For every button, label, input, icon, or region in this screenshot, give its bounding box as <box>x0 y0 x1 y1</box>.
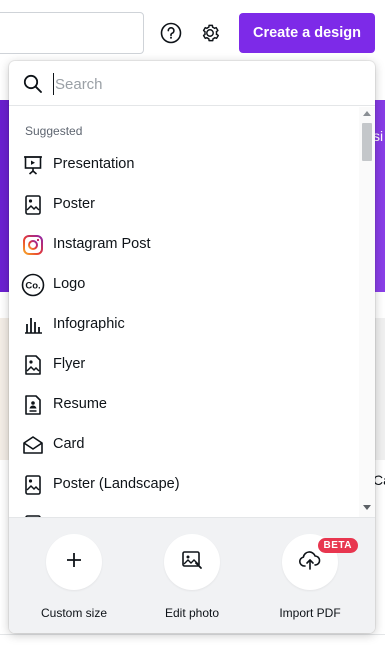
import-pdf-label: Import PDF <box>279 606 341 620</box>
menu-item-label: Flyer <box>53 356 86 372</box>
poster-icon <box>21 193 45 217</box>
menu-item-instagram-post[interactable]: Instagram Post <box>9 225 359 265</box>
custom-size-label: Custom size <box>40 606 108 620</box>
custom-size-circle[interactable] <box>46 534 102 590</box>
scroll-down-arrow-icon[interactable] <box>363 505 371 510</box>
dropdown-search-row <box>9 61 375 106</box>
edit-photo-button[interactable]: Edit photo <box>142 534 242 620</box>
menu-item-label: Instagram Post <box>53 236 151 252</box>
plus-icon <box>65 551 83 574</box>
instagram-icon <box>21 233 45 257</box>
create-design-dropdown: Suggested Presentation Poster Instagram … <box>9 61 375 633</box>
menu-item-label: Card <box>53 436 85 452</box>
flyer-icon <box>21 353 45 377</box>
gear-icon[interactable] <box>199 22 221 44</box>
menu-item-label: Poster (Landscape) <box>53 476 180 492</box>
presentation-icon <box>21 153 45 177</box>
card-icon <box>21 433 45 457</box>
scroll-up-arrow-icon[interactable] <box>363 111 371 116</box>
menu-item-resume[interactable]: Resume <box>9 385 359 425</box>
upload-cloud-icon <box>298 549 322 576</box>
beta-badge: BETA <box>317 538 358 553</box>
menu-item-label: Poster <box>53 196 95 212</box>
menu-item-flyer[interactable]: Flyer <box>9 345 359 385</box>
list-scrollbar[interactable] <box>359 107 375 517</box>
edit-photo-circle[interactable] <box>164 534 220 590</box>
menu-item-poster[interactable]: Poster <box>9 185 359 225</box>
edit-photo-label: Edit photo <box>164 606 220 620</box>
menu-item-label: Presentation <box>53 156 135 172</box>
resume-icon <box>21 393 45 417</box>
section-title-suggested: Suggested <box>25 124 83 138</box>
background-bottom-strip <box>0 634 385 647</box>
menu-item-poster-landscape[interactable]: Poster (Landscape) <box>9 465 359 505</box>
menu-item-presentation[interactable]: Presentation <box>9 145 359 185</box>
menu-item-infographic[interactable]: Infographic <box>9 305 359 345</box>
background-thumbnail-right <box>375 318 385 460</box>
menu-item-card[interactable]: Card <box>9 425 359 465</box>
menu-item-logo[interactable]: Co. Logo <box>9 265 359 305</box>
create-a-design-button[interactable]: Create a design <box>239 13 375 53</box>
search-icon <box>23 74 43 94</box>
logo-co-icon: Co. <box>21 273 45 297</box>
menu-item-label: Infographic <box>53 316 125 332</box>
search-input[interactable] <box>53 73 353 95</box>
scroll-thumb[interactable] <box>362 123 372 161</box>
import-pdf-button[interactable]: BETA Import PDF <box>260 534 360 620</box>
edit-photo-icon <box>181 549 203 576</box>
background-search-box[interactable] <box>0 12 144 54</box>
svg-text:Co.: Co. <box>25 281 40 292</box>
suggested-list: Suggested Presentation Poster Instagram … <box>9 107 359 517</box>
custom-size-button[interactable]: Custom size <box>24 534 124 620</box>
import-pdf-circle[interactable]: BETA <box>282 534 358 590</box>
poster-landscape-icon <box>21 473 45 497</box>
help-icon[interactable] <box>160 22 182 44</box>
infographic-icon <box>21 313 45 337</box>
menu-item-partial[interactable] <box>9 505 359 517</box>
menu-item-label: Logo <box>53 276 86 292</box>
menu-item-label: Resume <box>53 396 107 412</box>
quick-actions-bar: Custom size Edit photo BETA Import PDF <box>9 517 375 633</box>
